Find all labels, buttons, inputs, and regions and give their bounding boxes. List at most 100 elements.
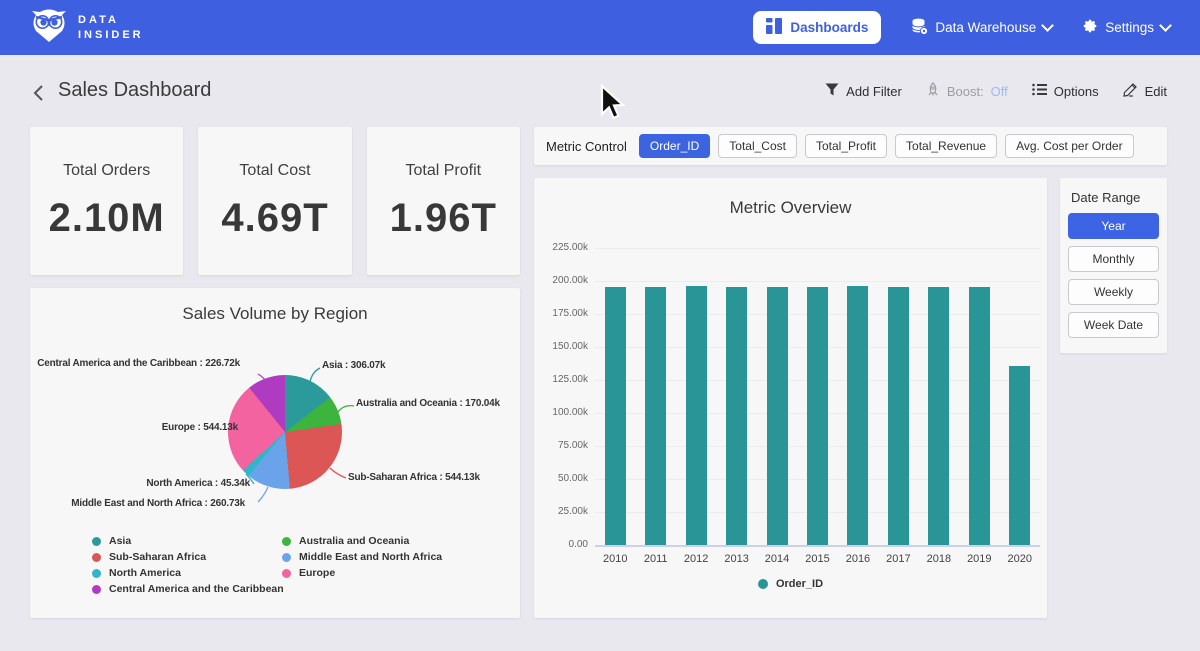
metric-chip-order-id[interactable]: Order_ID <box>639 134 710 158</box>
nav-data-warehouse-label: Data Warehouse <box>935 20 1036 35</box>
x-tick-2019: 2019 <box>959 553 999 565</box>
bar-slot <box>595 248 635 545</box>
bar-2014[interactable] <box>767 287 788 545</box>
bars <box>595 248 1040 545</box>
kpi-value: 1.96T <box>390 196 497 241</box>
bar-2016[interactable] <box>847 286 868 545</box>
edit-button[interactable]: Edit <box>1123 82 1167 100</box>
boost-toggle[interactable]: Boost: Off <box>926 82 1008 100</box>
options-button[interactable]: Options <box>1032 83 1099 99</box>
pie-legend-central-america-and-the-caribbean[interactable]: Central America and the Caribbean <box>92 581 282 597</box>
metric-chip-total-profit[interactable]: Total_Profit <box>805 134 887 158</box>
back-button[interactable] <box>28 82 50 104</box>
legend-dot <box>282 569 291 578</box>
bar-slot <box>676 248 716 545</box>
sales-volume-card: Sales Volume by Region Central America a… <box>30 288 520 618</box>
legend-dot <box>92 585 101 594</box>
pie-legend-asia[interactable]: Asia <box>92 533 282 549</box>
y-tick-label: 125.00k <box>528 374 588 385</box>
kpi-total-profit: Total Profit 1.96T <box>367 127 520 275</box>
date-range-year[interactable]: Year <box>1068 213 1159 239</box>
kpi-total-cost: Total Cost 4.69T <box>198 127 351 275</box>
bar-2012[interactable] <box>686 286 707 545</box>
kpi-label: Total Orders <box>63 162 150 180</box>
bar-slot <box>959 248 999 545</box>
y-tick-label: 25.00k <box>528 506 588 517</box>
date-range-monthly[interactable]: Monthly <box>1068 246 1159 272</box>
y-tick-label: 150.00k <box>528 341 588 352</box>
bar-2011[interactable] <box>645 287 666 545</box>
metric-chip-avg-cost-per-order[interactable]: Avg. Cost per Order <box>1005 134 1134 158</box>
pie-legend-north-america[interactable]: North America <box>92 565 282 581</box>
x-tick-2017: 2017 <box>878 553 918 565</box>
date-range-week-date[interactable]: Week Date <box>1068 312 1159 338</box>
brand-name: DATAINSIDER <box>78 13 144 43</box>
gridline <box>595 545 1040 547</box>
bar-2015[interactable] <box>807 287 828 545</box>
dashboards-grid-icon <box>766 18 782 37</box>
pie-legend-sub-saharan-africa[interactable]: Sub-Saharan Africa <box>92 549 282 565</box>
pie-legend: Asia Australia and Oceania Sub-Saharan Afr… <box>92 533 442 597</box>
legend-label: Asia <box>109 535 131 547</box>
bar-slot <box>797 248 837 545</box>
x-tick-2013: 2013 <box>716 553 756 565</box>
metric-chip-total-revenue[interactable]: Total_Revenue <box>895 134 997 158</box>
nav-data-warehouse[interactable]: Data Warehouse <box>911 18 1052 38</box>
x-axis-labels: 2010201120122013201420152016201720182019… <box>595 553 1040 565</box>
bar-chart-legend[interactable]: Order_ID <box>534 578 1047 590</box>
bar-slot <box>757 248 797 545</box>
bar-plot-area: 225.00k200.00k175.00k150.00k125.00k100.0… <box>595 248 1040 545</box>
top-navbar: DATAINSIDER Dashboards Data Warehouse Se… <box>0 0 1200 55</box>
y-tick-label: 175.00k <box>528 308 588 319</box>
pie-legend-middle-east-and-north-africa[interactable]: Middle East and North Africa <box>282 549 442 565</box>
legend-label: Europe <box>299 567 335 579</box>
legend-label: North America <box>109 567 181 579</box>
x-tick-2012: 2012 <box>676 553 716 565</box>
add-filter-button[interactable]: Add Filter <box>825 83 902 100</box>
pie-chart-title: Sales Volume by Region <box>30 304 520 324</box>
pie-legend-europe[interactable]: Europe <box>282 565 442 581</box>
date-range-options: Year Monthly Weekly Week Date <box>1068 213 1159 338</box>
legend-dot <box>92 537 101 546</box>
bar-2017[interactable] <box>888 287 909 545</box>
bar-2020[interactable] <box>1009 366 1030 545</box>
edit-label: Edit <box>1145 84 1167 99</box>
brand-logo[interactable]: DATAINSIDER <box>30 7 144 48</box>
pie-chart[interactable] <box>228 375 342 489</box>
nav-dashboards-button[interactable]: Dashboards <box>753 11 881 44</box>
y-tick-label: 50.00k <box>528 473 588 484</box>
y-tick-label: 225.00k <box>528 242 588 253</box>
legend-dot <box>282 537 291 546</box>
legend-dot <box>282 553 291 562</box>
add-filter-label: Add Filter <box>846 84 902 99</box>
metric-chip-total-cost[interactable]: Total_Cost <box>718 134 797 158</box>
pie-label-central-america: Central America and the Caribbean : 226.… <box>37 358 240 369</box>
chevron-down-icon <box>1041 19 1054 32</box>
bar-2019[interactable] <box>969 287 990 545</box>
pie-label-north-america: North America : 45.34k <box>146 478 250 489</box>
bar-2010[interactable] <box>605 287 626 545</box>
nav-settings[interactable]: Settings <box>1082 18 1170 37</box>
bar-slot <box>919 248 959 545</box>
legend-label: Order_ID <box>776 578 823 590</box>
mouse-cursor <box>598 84 626 126</box>
x-tick-2015: 2015 <box>797 553 837 565</box>
pie-legend-australia-and-oceania[interactable]: Australia and Oceania <box>282 533 442 549</box>
y-tick-label: 200.00k <box>528 275 588 286</box>
kpi-label: Total Profit <box>406 162 482 180</box>
legend-dot <box>92 553 101 562</box>
boost-state: Off <box>991 84 1008 99</box>
metric-control-label: Metric Control <box>546 139 627 154</box>
nav-settings-label: Settings <box>1105 20 1154 35</box>
legend-label: Middle East and North Africa <box>299 551 442 563</box>
bar-2013[interactable] <box>726 287 747 545</box>
bar-2018[interactable] <box>928 287 949 545</box>
filter-funnel-icon <box>825 83 839 100</box>
pie-label-middle-east: Middle East and North Africa : 260.73k <box>71 498 245 509</box>
x-tick-2018: 2018 <box>919 553 959 565</box>
x-tick-2020: 2020 <box>1000 553 1040 565</box>
date-range-weekly[interactable]: Weekly <box>1068 279 1159 305</box>
legend-label: Australia and Oceania <box>299 535 409 547</box>
kpi-value: 4.69T <box>221 196 328 241</box>
bar-slot <box>1000 248 1040 545</box>
